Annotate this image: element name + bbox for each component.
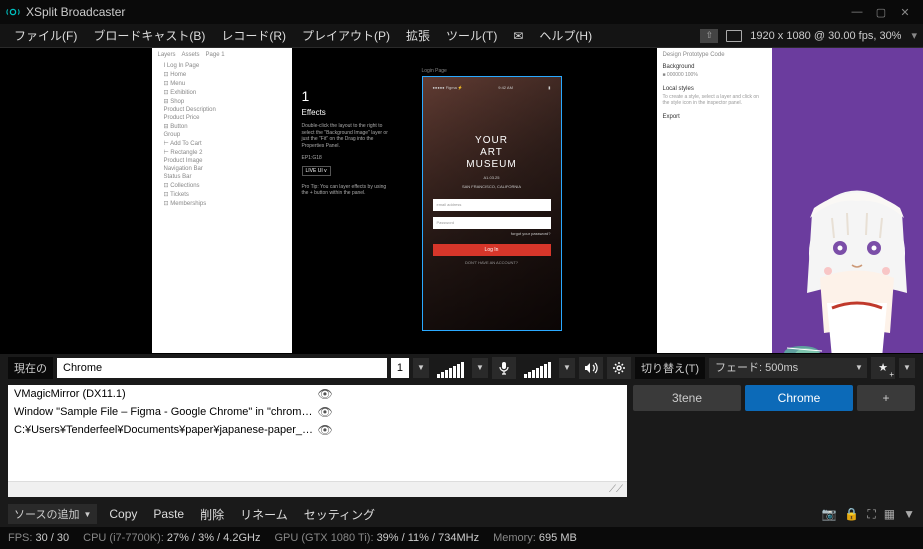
maximize-button[interactable]: ▢ xyxy=(869,3,893,21)
scene-add-button[interactable]: + xyxy=(857,385,915,411)
transition-dropdown[interactable]: フェード: 500ms xyxy=(709,358,851,378)
mic-button[interactable] xyxy=(492,357,516,379)
visibility-eye-icon[interactable]: 👁 xyxy=(316,423,622,437)
playback-volume-caret-icon[interactable]: ▼ xyxy=(472,358,488,378)
source-row[interactable]: VMagicMirror (DX11.1)👁 xyxy=(8,385,627,403)
source-row[interactable]: Window "Sample File – Figma - Google Chr… xyxy=(8,403,627,421)
figma-tab-page: Page 1 xyxy=(206,52,225,58)
switch-label: 切り替え(T) xyxy=(635,357,705,379)
sources-panel: VMagicMirror (DX11.1)👁 Window "Sample Fi… xyxy=(8,385,627,497)
current-scene-label: 現在の xyxy=(8,357,53,379)
menu-record[interactable]: レコード(R) xyxy=(213,25,294,47)
menu-tools[interactable]: ツール(T) xyxy=(438,25,505,47)
preview-figma-window: Layers Assets Page 1 I Log In Page ⊡ Hom… xyxy=(152,48,772,353)
preview-background-purple xyxy=(772,48,923,353)
menu-file[interactable]: ファイル(F) xyxy=(6,25,85,47)
stream-info-caret-icon[interactable]: ▾ xyxy=(911,29,917,42)
menu-extensions[interactable]: 拡張 xyxy=(398,25,438,47)
status-memory: Memory: 695 MB xyxy=(493,532,577,544)
transition-caret-icon[interactable]: ▼ xyxy=(851,358,867,378)
playback-vu-meter[interactable] xyxy=(433,358,468,378)
menu-help-mail[interactable]: ✉ xyxy=(505,25,531,47)
menu-playout[interactable]: プレイアウト(P) xyxy=(294,25,398,47)
menubar: ファイル(F) ブロードキャスト(B) レコード(R) プレイアウト(P) 拡張… xyxy=(0,24,923,48)
favorite-fx-caret-icon[interactable]: ▼ xyxy=(899,358,915,378)
sources-toolbar: ソースの追加▼ Copy Paste 削除 リネーム セッティング 📷 🔒 ⛶ … xyxy=(0,501,923,527)
stream-info[interactable]: 1920 x 1080 @ 30.00 fps, 30% xyxy=(750,30,901,42)
rename-button[interactable]: リネーム xyxy=(236,504,292,525)
chevron-down-icon: ▼ xyxy=(83,510,91,519)
scene-controls-bar: 現在の Chrome 1 ▼ ▼ ▼ 切り替え(T) フェード: 500ms ▼… xyxy=(0,353,923,381)
window-title: XSplit Broadcaster xyxy=(26,5,845,19)
add-source-button[interactable]: ソースの追加▼ xyxy=(8,504,97,524)
screenshot-icon[interactable]: 📷 xyxy=(821,507,836,521)
figma-tab-layers: Layers xyxy=(158,52,176,58)
close-button[interactable]: ✕ xyxy=(893,3,917,21)
source-settings-button[interactable]: セッティング xyxy=(300,504,379,525)
share-icon[interactable]: ⇧ xyxy=(700,29,718,43)
figma-tab-assets: Assets xyxy=(182,52,200,58)
lock-icon[interactable]: 🔒 xyxy=(844,507,859,521)
mic-volume-caret-icon[interactable]: ▼ xyxy=(559,358,575,378)
figma-design-panel: Design Prototype Code Background ■ 00000… xyxy=(657,48,772,353)
minimize-button[interactable]: — xyxy=(845,3,869,21)
preview-area[interactable]: Layers Assets Page 1 I Log In Page ⊡ Hom… xyxy=(0,48,923,353)
status-cpu: CPU (i7-7700K): 27% / 3% / 4.2GHz xyxy=(83,532,260,544)
settings-gear-button[interactable] xyxy=(607,357,631,379)
scene-name-input[interactable]: Chrome xyxy=(57,358,387,378)
monitor-icon[interactable] xyxy=(726,30,742,42)
visibility-eye-icon[interactable]: 👁 xyxy=(316,405,622,419)
figma-layers-panel: Layers Assets Page 1 I Log In Page ⊡ Hom… xyxy=(152,48,292,353)
source-row[interactable]: C:¥Users¥Tenderfeel¥Documents¥paper¥japa… xyxy=(8,421,627,439)
speaker-button[interactable] xyxy=(579,357,603,379)
favorite-fx-button[interactable]: ★+ xyxy=(871,357,895,379)
menu-help[interactable]: ヘルプ(H) xyxy=(531,25,600,47)
sources-scroll-indicator: ⟋⟋ xyxy=(8,481,627,497)
caret-down-icon[interactable]: ▼ xyxy=(903,507,915,521)
expand-icon[interactable]: ⛶ xyxy=(867,507,875,522)
figma-phone-frame: ●●●●● Figma ⚡9:42 AM▮ YOUR ART MUSEUM A1… xyxy=(422,76,562,331)
paste-button[interactable]: Paste xyxy=(149,505,188,523)
scene-number-caret-icon[interactable]: ▼ xyxy=(413,358,429,378)
titlebar: XSplit Broadcaster — ▢ ✕ xyxy=(0,0,923,24)
scene-button-chrome[interactable]: Chrome xyxy=(745,385,853,411)
mic-vu-meter[interactable] xyxy=(520,358,555,378)
scene-button-3tene[interactable]: 3tene xyxy=(633,385,741,411)
app-logo-icon xyxy=(6,5,20,19)
scenes-panel: 3tene Chrome + xyxy=(627,381,923,501)
status-fps: FPS: 30 / 30 xyxy=(8,532,69,544)
scene-number[interactable]: 1 xyxy=(391,358,409,378)
delete-button[interactable]: 削除 xyxy=(196,504,228,525)
visibility-eye-icon[interactable]: 👁 xyxy=(316,387,622,401)
copy-button[interactable]: Copy xyxy=(105,505,141,523)
status-gpu: GPU (GTX 1080 Ti): 39% / 11% / 734MHz xyxy=(274,532,479,544)
figma-canvas: 1 Effects Double-click the layout to the… xyxy=(292,48,657,353)
menu-broadcast[interactable]: ブロードキャスト(B) xyxy=(85,25,213,47)
statusbar: FPS: 30 / 30 CPU (i7-7700K): 27% / 3% / … xyxy=(0,527,923,549)
layout-icon[interactable]: ▦ xyxy=(884,507,895,521)
vtuber-avatar xyxy=(772,163,923,353)
